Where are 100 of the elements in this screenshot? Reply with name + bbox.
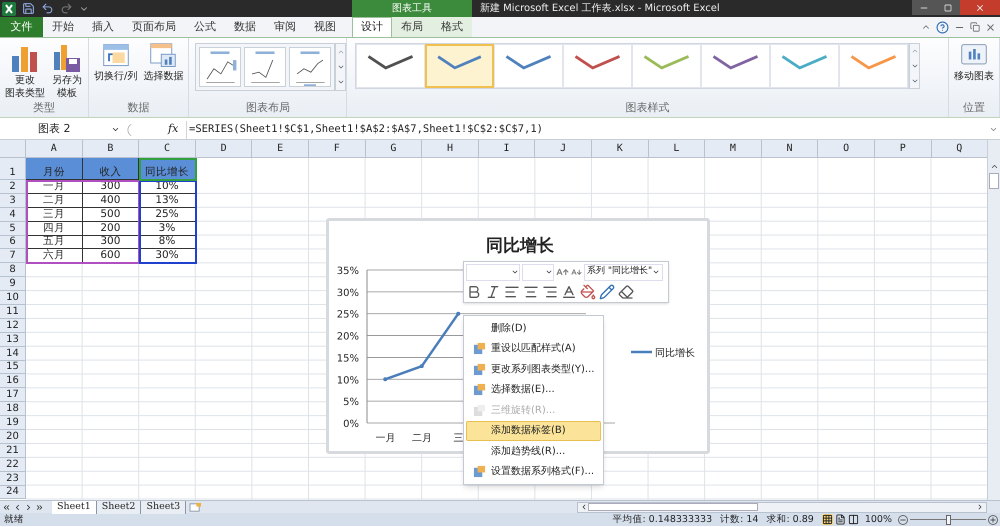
ribbon-tab[interactable]: 公式 (185, 17, 225, 37)
scroll-up-icon[interactable] (990, 162, 998, 171)
column-header[interactable]: N (762, 140, 818, 158)
redo-icon[interactable] (60, 2, 73, 15)
series-dropdown[interactable]: 系列 "同比增长" (584, 264, 664, 281)
fill-color-icon[interactable] (580, 284, 596, 300)
layout-thumbnail[interactable] (289, 47, 332, 87)
column-header[interactable]: O (818, 140, 875, 158)
horizontal-scrollbar[interactable] (577, 502, 987, 512)
data-line[interactable] (384, 313, 460, 380)
sheet-tab[interactable]: Sheet1 (52, 500, 97, 514)
expand-icon[interactable] (989, 125, 998, 134)
ribbon-tab[interactable]: 开始 (43, 17, 83, 37)
close-icon[interactable] (985, 22, 996, 32)
ribbon-button[interactable]: 另存为 模板 (50, 42, 84, 100)
previous-sheet-icon[interactable] (13, 502, 22, 512)
ribbon-button[interactable]: 切换行/列 (93, 42, 138, 83)
chart-style-thumbnail[interactable] (701, 44, 770, 88)
chart-style-thumbnail[interactable] (839, 44, 908, 88)
align-center-icon[interactable] (523, 284, 539, 300)
zoom-out-icon[interactable] (898, 514, 908, 524)
layout-thumbnail[interactable] (244, 47, 286, 87)
align-right-icon[interactable] (542, 284, 558, 300)
eraser-icon[interactable] (618, 284, 634, 300)
row-header[interactable]: 24 (0, 486, 26, 500)
row-header[interactable]: 19 (0, 416, 26, 430)
file-tab[interactable]: 文件 (0, 17, 43, 37)
ribbon-tab[interactable]: 格式 (432, 17, 472, 37)
ribbon-button[interactable]: 选择数据 (142, 42, 184, 83)
row-header[interactable]: 17 (0, 388, 26, 402)
restore-icon[interactable] (970, 22, 980, 32)
column-header[interactable]: E (252, 140, 309, 158)
menu-item[interactable]: 重设以匹配样式(A) (466, 338, 601, 359)
row-header[interactable]: 12 (0, 318, 26, 333)
new-sheet-icon[interactable] (189, 502, 202, 512)
row-header[interactable]: 15 (0, 360, 26, 374)
save-icon[interactable] (22, 2, 35, 15)
chart-style-thumbnail[interactable] (770, 44, 840, 88)
maximize-button[interactable] (936, 0, 960, 15)
row-header[interactable]: 23 (0, 472, 26, 486)
row-header[interactable]: 21 (0, 444, 26, 458)
column-header[interactable]: H (422, 140, 479, 158)
menu-item[interactable]: 设置数据系列格式(F)... (466, 462, 601, 482)
menu-item[interactable]: 删除(D) (466, 318, 601, 338)
chart-style-thumbnail[interactable] (632, 44, 702, 88)
row-header[interactable]: 8 (0, 263, 26, 278)
row-header[interactable]: 11 (0, 305, 26, 319)
zoom-in-icon[interactable] (988, 514, 998, 524)
row-header[interactable]: 9 (0, 277, 26, 292)
close-icon[interactable] (975, 2, 985, 12)
maximize-icon[interactable] (944, 4, 952, 12)
data-point[interactable] (456, 312, 460, 316)
formula-field[interactable]: =SERIES(Sheet1!$C$1,Sheet1!$A$2:$A$7,Sheet1!$C$2:$C$7,1) (186, 120, 1000, 138)
menu-item[interactable]: 更改系列图表类型(Y)... (466, 359, 601, 380)
first-sheet-icon[interactable] (2, 502, 11, 512)
ribbon-tab[interactable]: 视图 (305, 17, 345, 37)
row-header[interactable]: 3 (0, 194, 26, 208)
chart-style-thumbnail[interactable] (563, 44, 632, 88)
ribbon-button[interactable]: 更改 图表类型 (4, 42, 46, 100)
column-header[interactable]: D (196, 140, 252, 158)
zoom-slider-thumb[interactable] (946, 514, 951, 524)
column-header[interactable]: K (592, 140, 649, 158)
row-header[interactable]: 2 (0, 180, 26, 194)
layout-thumbnail[interactable] (199, 47, 242, 87)
name-box[interactable]: 图表 2 (0, 120, 122, 138)
column-header[interactable]: B (82, 140, 140, 158)
row-header[interactable]: 7 (0, 249, 26, 264)
chart-style-thumbnail[interactable] (425, 44, 494, 88)
column-header[interactable]: Q (932, 140, 987, 158)
data-point[interactable] (420, 364, 424, 368)
page-layout-icon[interactable] (834, 514, 846, 525)
row-header[interactable]: 18 (0, 402, 26, 416)
menu-item[interactable]: 添加数据标签(B) (466, 420, 601, 441)
column-header[interactable]: C (139, 140, 196, 158)
scroll-thumb[interactable] (588, 503, 758, 511)
scroll-thumb[interactable] (989, 173, 999, 189)
ribbon-tab[interactable]: 审阅 (265, 17, 305, 37)
column-header[interactable]: P (874, 140, 932, 158)
font-color-icon[interactable] (561, 284, 577, 300)
column-header[interactable]: J (535, 140, 592, 158)
scroll-left-icon[interactable] (580, 503, 588, 511)
menu-item[interactable]: 选择数据(E)... (466, 380, 601, 400)
ribbon-tab[interactable]: 设计 (352, 17, 392, 37)
shrink-font-icon[interactable] (571, 266, 582, 278)
ribbon-tab[interactable]: 页面布局 (123, 17, 185, 37)
data-point[interactable] (383, 377, 388, 382)
italic-icon[interactable] (485, 284, 501, 300)
ribbon-tab[interactable]: 数据 (225, 17, 265, 37)
column-header[interactable]: L (648, 140, 706, 158)
align-left-icon[interactable] (504, 284, 520, 300)
row-header[interactable]: 10 (0, 291, 26, 306)
row-header[interactable]: 16 (0, 374, 26, 388)
column-header[interactable]: A (26, 140, 83, 158)
scroll-right-icon[interactable] (976, 503, 984, 511)
chart-style-thumbnail[interactable] (356, 44, 426, 88)
next-sheet-icon[interactable] (24, 502, 33, 512)
row-header[interactable]: 22 (0, 458, 26, 472)
ribbon-button[interactable]: 移动图表 (953, 42, 995, 83)
outline-color-icon[interactable] (599, 284, 615, 300)
chart-style-thumbnail[interactable] (494, 44, 564, 88)
